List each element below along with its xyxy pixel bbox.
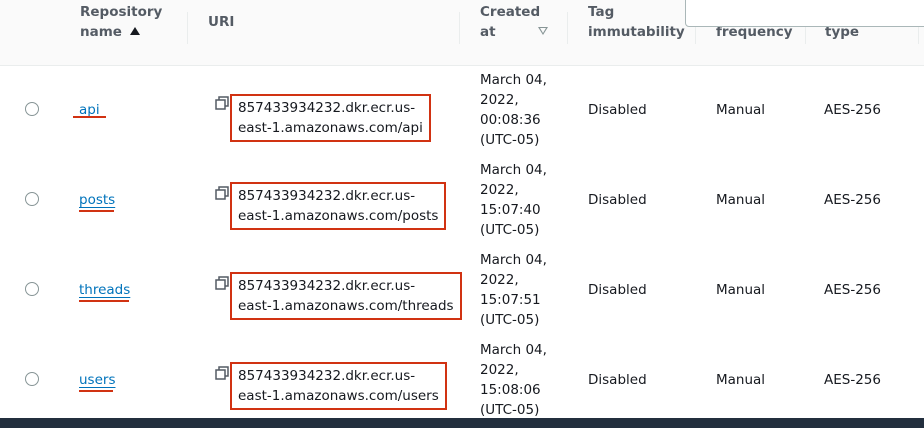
column-divider[interactable] (187, 12, 188, 44)
repository-uri: 857433934232.dkr.ecr.us- east-1.amazonaw… (230, 182, 447, 230)
annotation-underline (79, 210, 114, 212)
copy-icon[interactable] (215, 276, 229, 290)
column-divider[interactable] (459, 12, 460, 44)
tag-immutability: Disabled (588, 372, 647, 388)
created-at: March 04, 2022, 15:08:06 (UTC-05) (480, 342, 547, 418)
copy-icon[interactable] (215, 96, 229, 110)
column-header-tag-immutability[interactable]: Tag immutability (588, 2, 685, 42)
row-select-radio[interactable] (25, 192, 39, 206)
repository-name-link[interactable]: users (79, 370, 115, 390)
scan-frequency: Manual (716, 282, 766, 298)
repository-name-link[interactable]: threads (79, 280, 130, 300)
annotation-underline (79, 390, 113, 392)
repository-uri: 857433934232.dkr.ecr.us- east-1.amazonaw… (230, 362, 447, 410)
sort-ascending-icon (129, 27, 140, 35)
column-divider[interactable] (567, 12, 568, 44)
column-header-uri: URI (208, 14, 235, 30)
encryption-type: AES-256 (824, 192, 881, 208)
repository-uri: 857433934232.dkr.ecr.us- east-1.amazonaw… (230, 272, 462, 320)
copy-icon[interactable] (215, 186, 229, 200)
preferences-popover (685, 0, 924, 27)
row-select-radio[interactable] (25, 372, 39, 386)
table-row[interactable]: users 857433934232.dkr.ecr.us- east-1.am… (0, 336, 924, 427)
tag-immutability: Disabled (588, 192, 647, 208)
repository-name-link[interactable]: posts (79, 190, 115, 210)
created-at: March 04, 2022, 15:07:51 (UTC-05) (480, 252, 547, 328)
sort-descending-icon[interactable] (538, 27, 548, 35)
encryption-type: AES-256 (824, 282, 881, 298)
table-row[interactable]: posts 857433934232.dkr.ecr.us- east-1.am… (0, 156, 924, 247)
tag-immutability: Disabled (588, 102, 647, 118)
copy-icon[interactable] (215, 366, 229, 380)
annotation-underline (79, 300, 129, 302)
created-at: March 04, 2022, 15:07:40 (UTC-05) (480, 162, 547, 238)
console-footer-bar (0, 418, 924, 428)
scan-frequency: Manual (716, 102, 766, 118)
scan-frequency: Manual (716, 192, 766, 208)
annotation-underline (73, 116, 106, 118)
tag-immutability: Disabled (588, 282, 647, 298)
column-header-repository-name[interactable]: Repository name (80, 2, 162, 42)
scan-frequency: Manual (716, 372, 766, 388)
column-header-created-at[interactable]: Created at (480, 2, 540, 42)
row-select-radio[interactable] (25, 282, 39, 296)
row-select-radio[interactable] (25, 102, 39, 116)
encryption-type: AES-256 (824, 102, 881, 118)
repository-uri: 857433934232.dkr.ecr.us- east-1.amazonaw… (230, 94, 431, 142)
created-at: March 04, 2022, 00:08:36 (UTC-05) (480, 72, 547, 148)
table-row[interactable]: threads 857433934232.dkr.ecr.us- east-1.… (0, 246, 924, 337)
encryption-type: AES-256 (824, 372, 881, 388)
table-row[interactable]: api 857433934232.dkr.ecr.us- east-1.amaz… (0, 66, 924, 157)
